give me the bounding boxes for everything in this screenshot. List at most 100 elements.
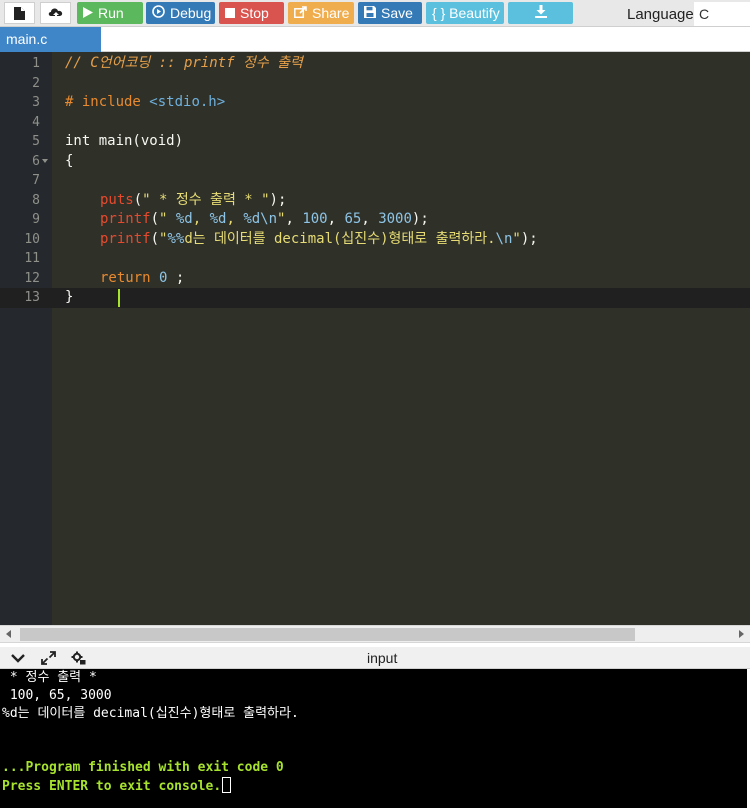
- string-literal: ,: [192, 211, 210, 227]
- code-punct: ,: [361, 211, 379, 227]
- save-label: Save: [381, 5, 413, 21]
- code-text: }: [65, 289, 74, 305]
- line-number: 1: [32, 56, 40, 71]
- line-number: 6: [32, 153, 40, 169]
- save-button[interactable]: Save: [358, 2, 422, 24]
- tab-main-c[interactable]: main.c: [0, 27, 101, 52]
- console-prompt-line: Press ENTER to exit console.: [2, 777, 232, 796]
- stop-icon: [225, 2, 235, 24]
- code-text: printf(" %d, %d, %d\n", 100, 65, 3000);: [100, 210, 429, 230]
- code-line: 10 printf("%%d는 데이터를 decimal(십진수)형태로 출력하…: [0, 230, 750, 250]
- code-text: printf("%%d는 데이터를 decimal(십진수)형태로 출력하라.\…: [100, 230, 538, 250]
- line-number: 9: [32, 212, 40, 227]
- share-button[interactable]: Share: [288, 2, 354, 24]
- format-specifier: %d: [209, 211, 227, 227]
- scroll-right-arrow-icon[interactable]: [739, 630, 744, 638]
- escape-sequence: \n: [495, 230, 513, 247]
- language-label: Language: [627, 6, 694, 23]
- console-prompt: Press ENTER to exit console.: [2, 779, 222, 794]
- run-button[interactable]: Run: [77, 2, 143, 24]
- code-line: 8 puts(" * 정수 출력 * ");: [0, 191, 750, 211]
- number-literal: 100: [302, 211, 328, 227]
- console-line: %d는 데이터를 decimal(십진수)형태로 출력하라.: [2, 706, 299, 721]
- string-literal: d는 데이터를 decimal(십진수)형태로 출력하라.: [184, 230, 496, 247]
- keyword: return: [100, 269, 151, 286]
- toolbar: Run Debug Stop Share Save { } Beautify L…: [0, 0, 750, 27]
- cloud-upload-icon: [48, 7, 64, 20]
- format-specifier: %d: [243, 211, 261, 227]
- language-select[interactable]: C: [694, 2, 750, 26]
- download-button[interactable]: [508, 2, 573, 24]
- line-number: 2: [32, 75, 40, 91]
- code-punct: (: [133, 191, 143, 208]
- debug-button[interactable]: Debug: [146, 2, 215, 24]
- scrollbar-thumb[interactable]: [20, 628, 635, 641]
- console-header: input: [0, 647, 750, 669]
- code-line: 4: [0, 113, 750, 133]
- code-editor[interactable]: 1 // C언어코딩 :: printf 정수 출력 2 3 # include…: [0, 52, 750, 625]
- share-icon: [294, 2, 307, 24]
- code-punct: (: [150, 211, 160, 227]
- file-tab-bar: main.c: [0, 27, 750, 52]
- string-literal: " * 정수 출력 * ": [142, 191, 270, 208]
- debug-icon: [152, 2, 165, 24]
- beautify-button[interactable]: { } Beautify: [426, 2, 504, 24]
- download-icon: [534, 2, 547, 24]
- play-icon: [83, 2, 93, 24]
- code-punct: );: [520, 230, 538, 247]
- code-line: 1 // C언어코딩 :: printf 정수 출력: [0, 54, 750, 74]
- code-line: 11: [0, 249, 750, 269]
- number-literal: 3000: [378, 211, 412, 227]
- console-exit-message: ...Program finished with exit code 0: [2, 760, 284, 775]
- code-line: 7: [0, 171, 750, 191]
- fold-arrow-icon[interactable]: [42, 158, 48, 163]
- scroll-left-arrow-icon[interactable]: [6, 630, 11, 638]
- function-name: printf: [100, 230, 151, 247]
- code-text: # include <stdio.h>: [65, 93, 225, 113]
- line-number: 5: [32, 134, 40, 149]
- file-icon: [14, 6, 25, 20]
- string-literal: ": [159, 211, 176, 227]
- code-punct: ;: [167, 269, 185, 286]
- line-number: 3: [32, 95, 40, 110]
- text-cursor: [118, 289, 120, 307]
- code-punct: (: [150, 230, 160, 247]
- code-line: 2: [0, 74, 750, 94]
- stop-button[interactable]: Stop: [219, 2, 284, 24]
- active-code-line: 13 }: [0, 288, 750, 308]
- console-line: 100, 65, 3000: [2, 688, 112, 703]
- console-line: * 정수 출력 *: [2, 670, 97, 685]
- format-specifier: %%: [167, 230, 185, 247]
- include-header: <stdio.h>: [149, 94, 226, 110]
- share-label: Share: [312, 5, 350, 21]
- function-name: printf: [100, 211, 151, 227]
- new-file-button[interactable]: [4, 2, 35, 24]
- number-literal: 65: [344, 211, 362, 227]
- code-line: 6 {: [0, 152, 750, 172]
- code-punct: );: [411, 211, 429, 227]
- line-number: 13: [24, 290, 40, 305]
- line-number: 11: [24, 251, 40, 266]
- line-number: 10: [24, 231, 40, 247]
- console-output[interactable]: * 정수 출력 * 100, 65, 3000 %d는 데이터를 decimal…: [0, 669, 747, 808]
- upload-button[interactable]: [40, 2, 71, 24]
- floppy-icon: [364, 2, 376, 24]
- line-number: 4: [32, 114, 40, 130]
- code-punct: );: [269, 191, 287, 208]
- code-line: 12 return 0 ;: [0, 269, 750, 289]
- settings-icon[interactable]: [70, 651, 86, 665]
- code-comment: // C언어코딩 :: printf 정수 출력: [65, 55, 303, 71]
- code-line: 3 # include <stdio.h>: [0, 93, 750, 113]
- code-text: {: [65, 152, 74, 169]
- console-title: input: [367, 650, 398, 666]
- format-specifier: %d: [175, 211, 193, 227]
- code-punct: ,: [285, 211, 303, 227]
- horizontal-scrollbar[interactable]: [0, 625, 750, 643]
- beautify-label: { } Beautify: [432, 5, 500, 21]
- chevron-down-icon[interactable]: [10, 651, 26, 665]
- code-line: 9 printf(" %d, %d, %d\n", 100, 65, 3000)…: [0, 210, 750, 230]
- debug-label: Debug: [170, 5, 212, 21]
- expand-icon[interactable]: [40, 651, 56, 665]
- line-number: 8: [32, 192, 40, 208]
- run-label: Run: [98, 5, 124, 21]
